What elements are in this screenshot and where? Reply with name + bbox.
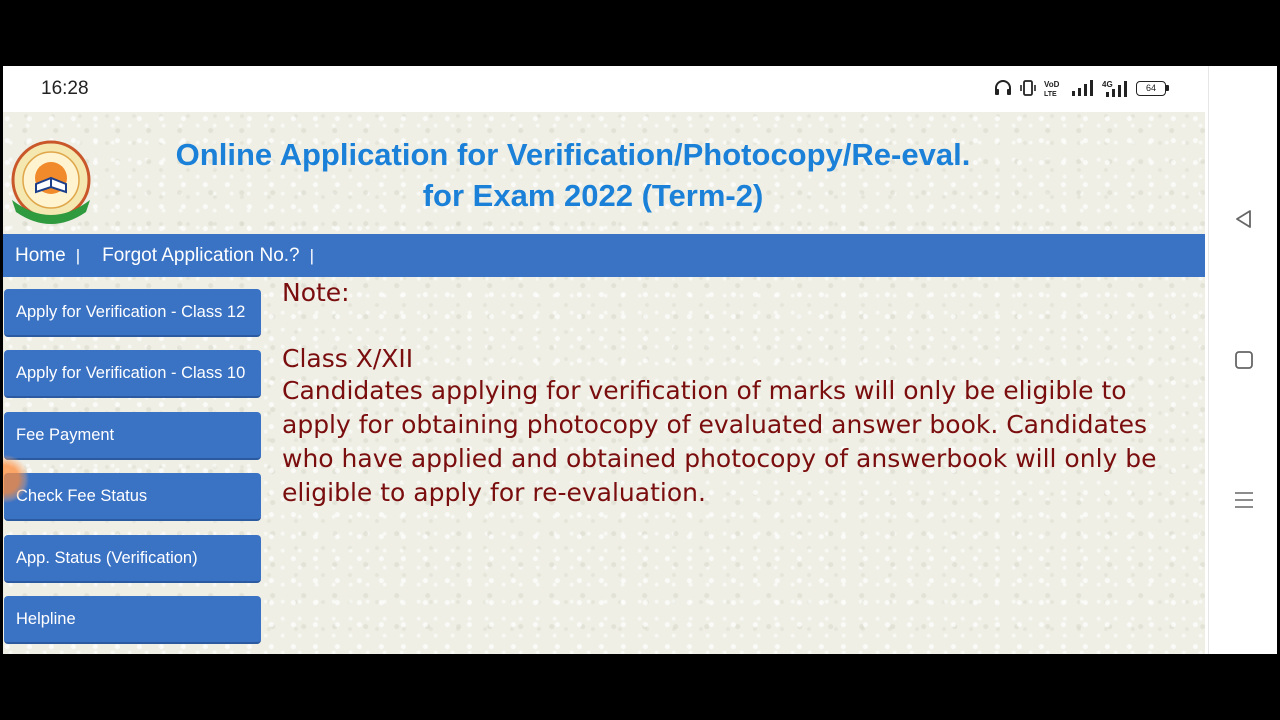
status-icons: VoD LTE 4G 64 bbox=[994, 79, 1169, 97]
title-line-2: for Exam 2022 (Term-2) bbox=[422, 178, 764, 213]
note-section: Note: Class X/XII Candidates applying fo… bbox=[282, 278, 1192, 510]
status-bar: 16:28 VoD LTE 4G 64 bbox=[3, 66, 1205, 112]
helpline-button[interactable]: Helpline bbox=[4, 595, 261, 644]
vibrate-icon bbox=[1020, 80, 1036, 96]
apply-verification-class10-button[interactable]: Apply for Verification - Class 10 bbox=[4, 350, 261, 399]
phone-screen: 16:28 VoD LTE 4G 64 Online Application f… bbox=[3, 66, 1277, 654]
fee-payment-button[interactable]: Fee Payment bbox=[4, 411, 261, 460]
note-body-text: Candidates applying for verification of … bbox=[282, 376, 1157, 507]
signal-icon bbox=[1072, 80, 1094, 96]
board-logo bbox=[6, 138, 96, 228]
recents-menu-icon[interactable] bbox=[1233, 489, 1255, 516]
nav-forgot-application-link[interactable]: Forgot Application No.? bbox=[102, 245, 300, 267]
note-heading: Note: bbox=[282, 278, 350, 307]
status-time: 16:28 bbox=[41, 78, 89, 99]
sidebar-menu: Apply for Verification - Class 12 Apply … bbox=[4, 289, 262, 654]
android-nav-bar bbox=[1208, 66, 1277, 654]
check-fee-status-button[interactable]: Check Fee Status bbox=[4, 473, 261, 522]
headset-icon bbox=[994, 80, 1012, 96]
battery-tip bbox=[1166, 85, 1169, 91]
svg-text:LTE: LTE bbox=[1044, 91, 1057, 97]
battery-level: 64 bbox=[1136, 80, 1166, 96]
page-title: Online Application for Verification/Phot… bbox=[103, 134, 1043, 216]
nav-separator: | bbox=[75, 245, 81, 265]
apply-verification-class12-button[interactable]: Apply for Verification - Class 12 bbox=[4, 289, 261, 337]
title-line-1: Online Application for Verification/Phot… bbox=[175, 137, 971, 172]
nav-home-link[interactable]: Home bbox=[15, 245, 66, 267]
svg-text:VoD: VoD bbox=[1044, 80, 1060, 89]
battery-icon: 64 bbox=[1136, 80, 1169, 96]
web-page: Online Application for Verification/Phot… bbox=[3, 112, 1205, 654]
svg-text:4G: 4G bbox=[1102, 80, 1113, 89]
signal-4g-icon: 4G bbox=[1102, 79, 1128, 97]
nav-separator: | bbox=[309, 245, 315, 265]
app-status-verification-button[interactable]: App. Status (Verification) bbox=[4, 534, 261, 583]
home-square-icon[interactable] bbox=[1233, 349, 1255, 376]
note-class-label: Class X/XII bbox=[282, 344, 414, 373]
volte-icon: VoD LTE bbox=[1044, 79, 1064, 97]
back-triangle-icon[interactable] bbox=[1233, 208, 1255, 235]
top-nav-bar: Home | Forgot Application No.? | bbox=[3, 234, 1205, 277]
